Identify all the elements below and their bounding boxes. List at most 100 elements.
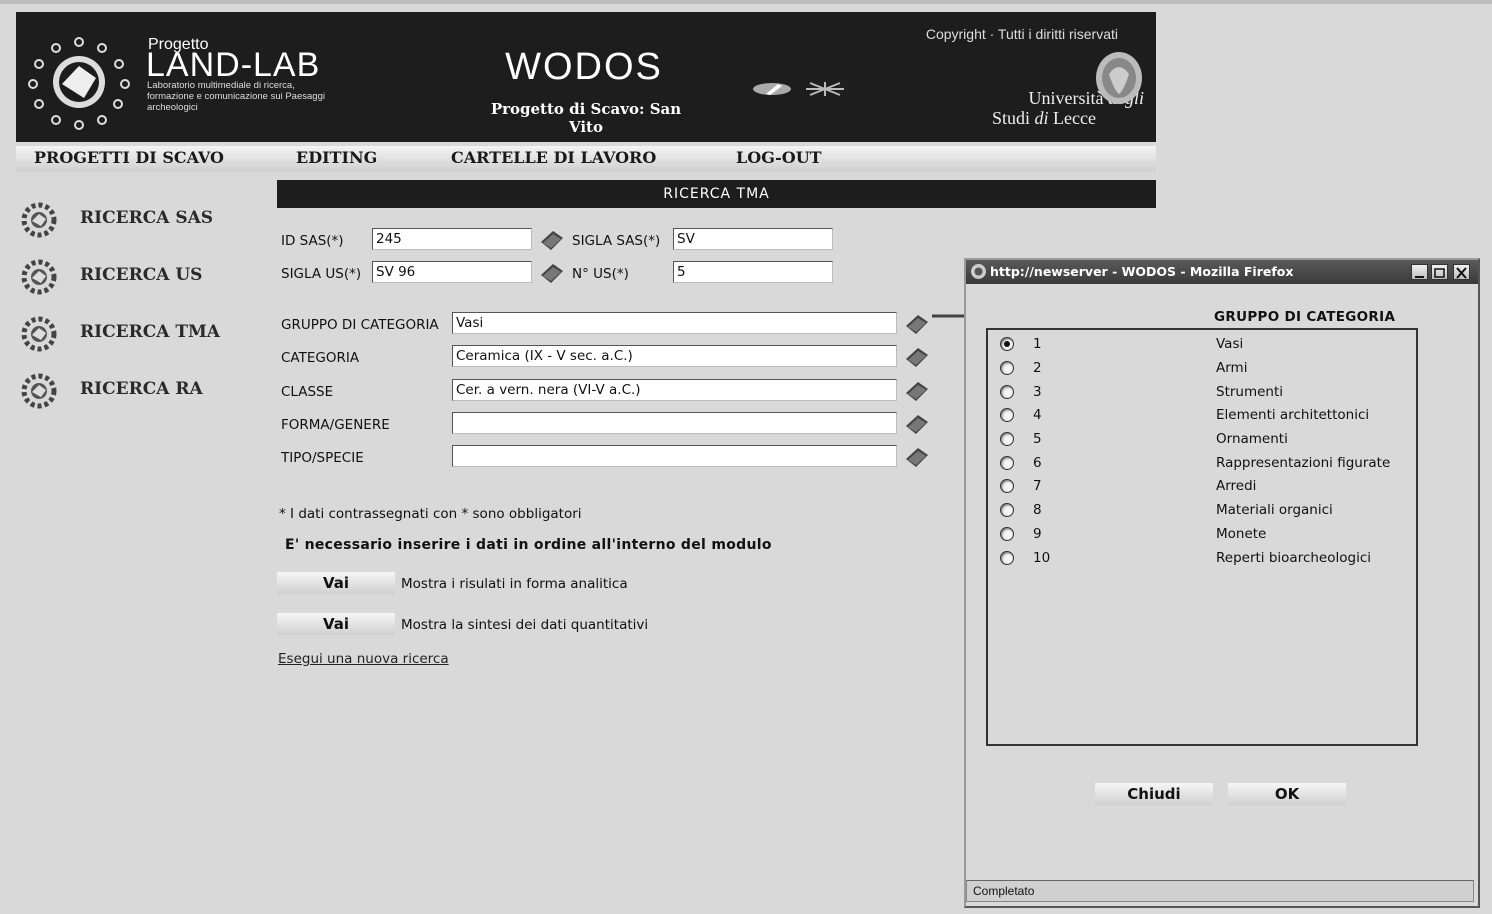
item-number: 5 <box>1033 431 1042 447</box>
sigla-us-field[interactable]: SV 96 <box>372 261 532 283</box>
gruppo-field[interactable]: Vasi <box>452 312 897 334</box>
radio-10[interactable] <box>1000 551 1014 565</box>
id-sas-label: ID SAS(*) <box>281 233 344 249</box>
english-flag-icon <box>806 82 844 96</box>
app-title: WODOS <box>505 46 663 88</box>
radio-9[interactable] <box>1000 527 1014 541</box>
menu-cartelle-di-lavoro[interactable]: CARTELLE DI LAVORO <box>451 148 656 167</box>
item-name: Reperti bioarcheologici <box>1216 550 1371 566</box>
sidebar-ricerca-sas[interactable]: RICERCA SAS <box>80 208 213 228</box>
lecce-word: Lecce <box>1053 108 1096 128</box>
minimize-icon <box>1415 276 1424 278</box>
tipo-specie-field[interactable] <box>452 445 897 467</box>
sigla-sas-label: SIGLA SAS(*) <box>572 233 661 249</box>
item-number: 9 <box>1033 526 1042 542</box>
order-note: E' necessario inserire i dati in ordine … <box>285 537 772 553</box>
item-number: 2 <box>1033 360 1042 376</box>
item-number: 1 <box>1033 336 1042 352</box>
forma-genere-label: FORMA/GENERE <box>281 417 390 433</box>
project-description: Laboratorio multimediale di ricerca, for… <box>147 80 325 113</box>
radio-6[interactable] <box>1000 456 1014 470</box>
radio-4[interactable] <box>1000 408 1014 422</box>
item-name: Elementi architettonici <box>1216 407 1370 423</box>
sigla-us-label: SIGLA US(*) <box>281 266 362 282</box>
item-name: Ornamenti <box>1216 431 1288 447</box>
gear-icon <box>21 373 57 409</box>
item-name: Materiali organici <box>1216 502 1333 518</box>
book-icon[interactable] <box>904 345 930 369</box>
sidebar-ricerca-ra[interactable]: RICERCA RA <box>80 379 203 399</box>
item-name: Vasi <box>1216 336 1244 352</box>
radio-3[interactable] <box>1000 385 1014 399</box>
radio-1[interactable] <box>1000 337 1014 351</box>
classe-label: CLASSE <box>281 384 334 400</box>
studi-word: Studi <box>992 108 1031 128</box>
gear-icon <box>21 316 57 352</box>
chiudi-button[interactable]: Chiudi <box>1095 783 1213 805</box>
italian-flag-icon <box>753 83 791 95</box>
minimize-button[interactable] <box>1411 264 1428 280</box>
forma-genere-field[interactable] <box>452 412 897 434</box>
n-us-field[interactable]: 5 <box>673 261 833 283</box>
n-us-label: N° US(*) <box>572 266 629 282</box>
item-number: 7 <box>1033 478 1042 494</box>
radio-8[interactable] <box>1000 503 1014 517</box>
ok-button[interactable]: OK <box>1228 783 1346 805</box>
sigla-sas-field[interactable]: SV <box>673 228 833 250</box>
menu-progetti-di-scavo[interactable]: PROGETTI DI SCAVO <box>34 148 224 167</box>
popup-title: http://newserver - WODOS - Mozilla Firef… <box>990 264 1294 279</box>
id-sas-field[interactable]: 245 <box>372 228 532 250</box>
gear-icon <box>21 259 57 295</box>
sidebar-ricerca-tma[interactable]: RICERCA TMA <box>80 322 220 342</box>
item-name: Rappresentazioni figurate <box>1216 455 1391 471</box>
vai-analitica-button[interactable]: Vai <box>277 572 395 594</box>
gruppo-label: GRUPPO DI CATEGORIA <box>281 317 439 333</box>
top-edge <box>0 0 1492 4</box>
book-icon[interactable] <box>904 379 930 403</box>
status-bar: Completato <box>966 880 1474 902</box>
sidebar-ricerca-us[interactable]: RICERCA US <box>80 265 202 285</box>
categoria-label: CATEGORIA <box>281 350 360 366</box>
vai-analitica-desc: Mostra i risulati in forma analitica <box>401 576 628 592</box>
required-note: * I dati contrassegnati con * sono obbli… <box>279 506 582 522</box>
radio-7[interactable] <box>1000 479 1014 493</box>
tipo-specie-label: TIPO/SPECIE <box>281 450 364 466</box>
close-icon <box>1456 267 1467 279</box>
land-lab-logo-icon <box>28 37 130 130</box>
book-icon[interactable] <box>539 261 565 285</box>
item-number: 3 <box>1033 384 1042 400</box>
university-seal-icon <box>1096 52 1142 104</box>
maximize-icon <box>1434 268 1445 278</box>
item-name: Armi <box>1216 360 1248 376</box>
classe-field[interactable]: Cer. a vern. nera (VI-V a.C.) <box>452 379 897 401</box>
book-icon[interactable] <box>904 312 930 336</box>
menu-log-out[interactable]: LOG-OUT <box>736 148 822 167</box>
copyright-text: Copyright · Tutti i diritti riservati <box>925 26 1118 42</box>
app-subtitle: Progetto di Scavo: San Vito <box>490 100 682 136</box>
book-icon[interactable] <box>904 445 930 469</box>
item-number: 10 <box>1033 550 1051 566</box>
categoria-field[interactable]: Ceramica (IX - V sec. a.C.) <box>452 345 897 367</box>
gear-icon <box>21 202 57 238</box>
di-word: di <box>1034 108 1049 128</box>
new-search-link[interactable]: Esegui una nuova ricerca <box>278 651 449 667</box>
item-name: Strumenti <box>1216 384 1284 400</box>
list-title: GRUPPO DI CATEGORIA <box>1214 309 1396 325</box>
item-name: Arredi <box>1216 478 1257 494</box>
maximize-button[interactable] <box>1431 264 1448 280</box>
item-name: Monete <box>1216 526 1267 542</box>
menu-editing[interactable]: EDITING <box>296 148 377 167</box>
vai-sintesi-desc: Mostra la sintesi dei dati quantitativi <box>401 617 649 633</box>
item-number: 6 <box>1033 455 1042 471</box>
firefox-icon <box>971 264 986 279</box>
book-icon[interactable] <box>904 412 930 436</box>
site-header: Progetto LAND-LAB Laboratorio multimedia… <box>16 12 1156 142</box>
item-number: 4 <box>1033 407 1042 423</box>
vai-sintesi-button[interactable]: Vai <box>277 613 395 635</box>
form-banner: RICERCA TMA <box>277 180 1156 208</box>
radio-2[interactable] <box>1000 361 1014 375</box>
radio-5[interactable] <box>1000 432 1014 446</box>
close-window-button[interactable] <box>1453 264 1470 280</box>
university-word: Università <box>1028 88 1104 108</box>
book-icon[interactable] <box>539 228 565 252</box>
